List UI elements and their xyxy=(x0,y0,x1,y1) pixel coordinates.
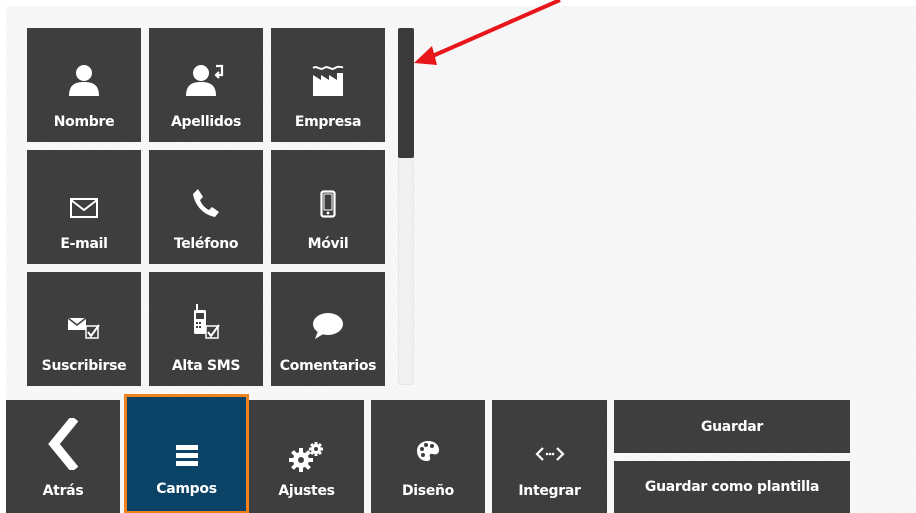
field-tile-movil[interactable]: Móvil xyxy=(271,150,385,264)
palette-icon xyxy=(371,440,485,462)
fields-tab-button[interactable]: Campos xyxy=(124,394,249,513)
envelope-check-icon xyxy=(66,300,102,340)
back-label: Atrás xyxy=(42,483,84,499)
person-icon xyxy=(67,56,101,96)
field-tile-alta-sms[interactable]: Alta SMS xyxy=(149,272,263,386)
code-icon xyxy=(492,446,607,462)
field-label: Móvil xyxy=(307,236,349,252)
field-label: Empresa xyxy=(294,114,362,130)
gears-icon xyxy=(249,442,364,472)
field-tile-nombre[interactable]: Nombre xyxy=(27,28,141,142)
field-label: Teléfono xyxy=(173,236,239,252)
fields-scrollbar[interactable] xyxy=(398,28,414,385)
save-label: Guardar xyxy=(700,418,764,435)
field-label: E-mail xyxy=(60,236,108,252)
list-icon xyxy=(127,445,246,467)
integrate-label: Integrar xyxy=(518,483,581,499)
field-label: Suscribirse xyxy=(41,358,127,374)
speech-bubble-icon xyxy=(312,300,344,340)
mobile-icon xyxy=(320,178,336,218)
back-button[interactable]: Atrás xyxy=(6,400,120,513)
field-tile-suscribirse[interactable]: Suscribirse xyxy=(27,272,141,386)
save-as-template-label: Guardar como plantilla xyxy=(644,479,820,495)
settings-button[interactable]: Ajustes xyxy=(249,400,364,513)
cellphone-check-icon xyxy=(190,300,222,340)
field-label: Apellidos xyxy=(170,114,242,130)
scrollbar-thumb[interactable] xyxy=(398,28,414,158)
envelope-icon xyxy=(70,178,98,218)
field-tile-telefono[interactable]: Teléfono xyxy=(149,150,263,264)
integrate-button[interactable]: Integrar xyxy=(492,400,607,513)
field-label: Nombre xyxy=(53,114,115,130)
chevron-left-icon xyxy=(6,418,120,470)
field-tile-email[interactable]: E-mail xyxy=(27,150,141,264)
fields-tab-label: Campos xyxy=(156,481,217,497)
save-button[interactable]: Guardar xyxy=(614,400,850,453)
save-as-template-button[interactable]: Guardar como plantilla xyxy=(614,461,850,513)
design-label: Diseño xyxy=(401,483,455,499)
factory-icon xyxy=(311,56,345,96)
field-tile-comentarios[interactable]: Comentarios xyxy=(271,272,385,386)
field-label: Comentarios xyxy=(279,358,377,374)
phone-icon xyxy=(192,178,220,218)
field-label: Alta SMS xyxy=(171,358,241,374)
design-button[interactable]: Diseño xyxy=(371,400,485,513)
field-tile-apellidos[interactable]: Apellidos xyxy=(149,28,263,142)
settings-label: Ajustes xyxy=(278,483,335,499)
person-arrow-icon xyxy=(186,56,226,96)
field-tile-empresa[interactable]: Empresa xyxy=(271,28,385,142)
